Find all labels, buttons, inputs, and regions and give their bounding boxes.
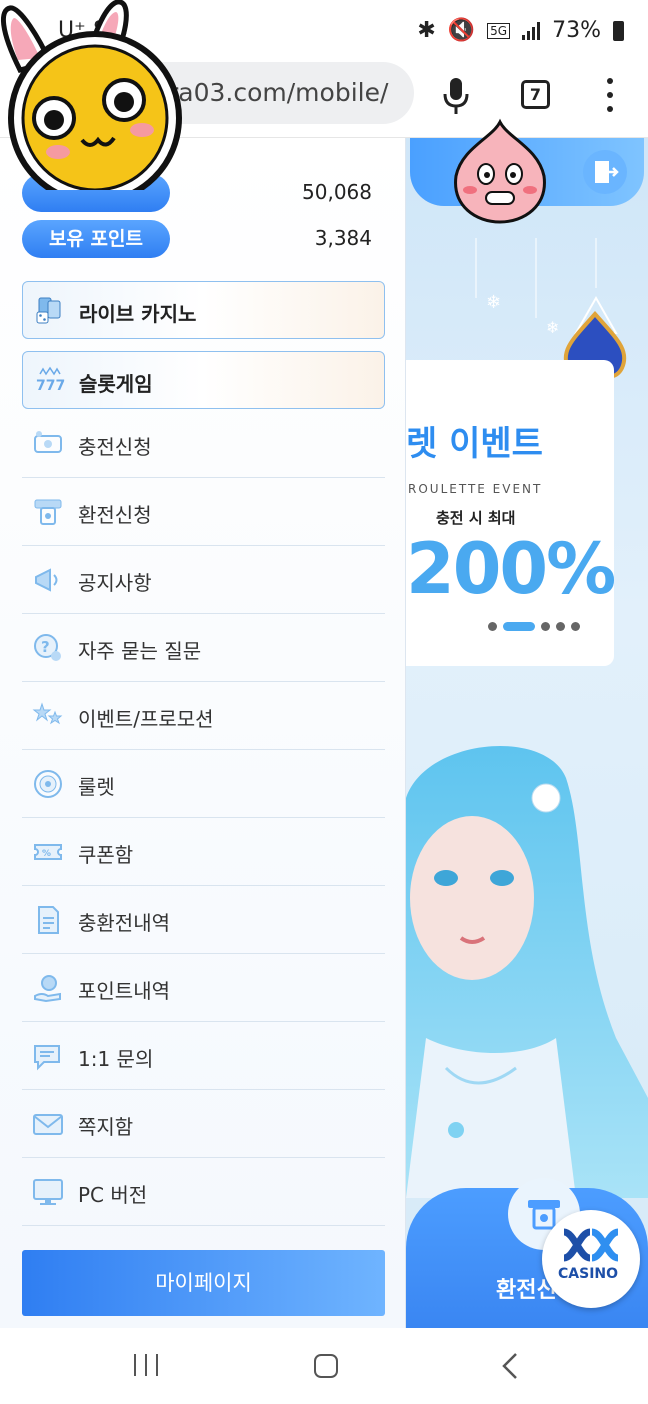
menu-notice[interactable]: 공지사항	[22, 546, 385, 614]
balance-value: 50,068	[302, 180, 372, 204]
chat-icon	[34, 1045, 60, 1071]
cards-dice-icon	[36, 297, 61, 324]
banner-subtitle: ROULETTE EVENT	[408, 482, 543, 496]
carousel-dot[interactable]	[488, 622, 497, 631]
points-value: 3,384	[314, 226, 372, 250]
menu-label: 슬롯게임	[79, 372, 153, 396]
deposit-icon	[34, 431, 62, 453]
svg-text:%: %	[42, 849, 51, 859]
microphone-icon[interactable]	[442, 76, 470, 116]
menu-label: 충전신청	[78, 435, 152, 459]
url-text[interactable]: ra03.com/mobile/	[168, 78, 388, 107]
withdraw-icon	[34, 499, 62, 525]
casino-logo-button[interactable]: CASINO	[542, 1210, 640, 1308]
mute-icon: 🔇	[447, 18, 476, 43]
network-label: 5G	[487, 22, 511, 39]
sidebar-menu: 50,068 보유 포인트 3,384 라이브 카지노 777 슬롯게임 충전신…	[0, 138, 406, 1328]
banner-max-label: 충전 시 최대	[436, 509, 516, 527]
points-row: 보유 포인트 3,384	[22, 220, 372, 258]
tab-switcher-button[interactable]: 7	[521, 80, 550, 109]
banner-percent: 200%	[406, 528, 616, 610]
menu-label: 라이브 카지노	[79, 302, 197, 326]
carousel-dot[interactable]	[571, 622, 580, 631]
menu-label: 쿠폰함	[78, 843, 134, 867]
menu-pc-version[interactable]: PC 버전	[22, 1158, 385, 1226]
stars-icon	[32, 702, 63, 725]
casino-logo-text: CASINO	[558, 1266, 619, 1282]
svg-text:?: ?	[41, 638, 50, 656]
menu-label: 자주 묻는 질문	[78, 639, 202, 663]
battery-percent: 73%	[552, 18, 601, 43]
menu-label: 룰렛	[78, 775, 115, 799]
logout-button[interactable]	[583, 150, 627, 194]
mypage-button[interactable]: 마이페이지	[22, 1250, 385, 1316]
menu-label: 1:1 문의	[78, 1047, 154, 1071]
monitor-icon	[33, 1179, 63, 1205]
carousel-dot[interactable]	[503, 622, 535, 631]
menu-event-promotion[interactable]: 이벤트/프로모션	[22, 682, 385, 750]
menu-slot-game[interactable]: 777 슬롯게임	[22, 351, 385, 409]
menu-label: 포인트내역	[78, 979, 170, 1003]
event-banner[interactable]: 렛 이벤트 ROULETTE EVENT 충전 시 최대 200%	[406, 360, 616, 666]
recent-apps-button[interactable]	[134, 1354, 158, 1376]
banner-title: 렛 이벤트	[406, 424, 543, 464]
bluetooth-icon: ✱	[417, 18, 436, 43]
menu-deposit-request[interactable]: 충전신청	[22, 410, 385, 478]
faq-icon: ?	[34, 634, 61, 661]
battery-icon	[613, 20, 624, 41]
hero-character-image	[406, 745, 648, 1198]
background-page: ❄ ❄ 렛 이벤트 ROULETTE EVENT 충전 시 최대 200% 환전…	[406, 138, 648, 1328]
carousel-dot[interactable]	[556, 622, 565, 631]
menu-faq[interactable]: ? 자주 묻는 질문	[22, 614, 385, 682]
menu-label: 충환전내역	[78, 911, 170, 935]
home-button[interactable]	[314, 1354, 338, 1378]
system-navigation-bar	[0, 1328, 648, 1404]
logout-icon	[595, 161, 619, 183]
menu-label: 이벤트/프로모션	[78, 707, 214, 731]
carousel-dot[interactable]	[541, 622, 550, 631]
peach-sticker-icon	[454, 118, 546, 224]
menu-roulette[interactable]: 룰렛	[22, 750, 385, 818]
signal-icon	[522, 21, 541, 40]
menu-point-history[interactable]: 포인트내역	[22, 954, 385, 1022]
svg-text:❄: ❄	[486, 292, 501, 313]
menu-label: 환전신청	[78, 503, 152, 527]
back-button[interactable]	[500, 1352, 520, 1380]
carousel-dots[interactable]	[488, 622, 580, 631]
menu-messages[interactable]: 쪽지함	[22, 1090, 385, 1158]
menu-transaction-history[interactable]: 충환전내역	[22, 886, 385, 954]
menu-coupon-box[interactable]: % 쿠폰함	[22, 818, 385, 886]
menu-live-casino[interactable]: 라이브 카지노	[22, 281, 385, 339]
megaphone-icon	[35, 568, 58, 592]
status-icons: ✱ 🔇 5G 73%	[417, 18, 624, 43]
browser-menu-icon[interactable]	[604, 78, 616, 112]
menu-label: PC 버전	[78, 1183, 148, 1207]
menu-label: 쪽지함	[78, 1115, 134, 1139]
document-icon	[38, 906, 59, 934]
bunny-sticker-icon	[0, 0, 182, 190]
roulette-icon	[34, 770, 62, 798]
coupon-icon: %	[34, 844, 62, 860]
points-pill: 보유 포인트	[22, 220, 170, 258]
menu-label: 공지사항	[78, 571, 152, 595]
svg-text:777: 777	[36, 378, 65, 394]
envelope-icon	[33, 1114, 63, 1135]
points-hand-icon	[34, 975, 61, 1003]
menu-withdraw-request[interactable]: 환전신청	[22, 478, 385, 546]
casino-logo-icon	[562, 1228, 620, 1262]
slot-777-icon: 777	[36, 366, 65, 394]
menu-inquiry[interactable]: 1:1 문의	[22, 1022, 385, 1090]
